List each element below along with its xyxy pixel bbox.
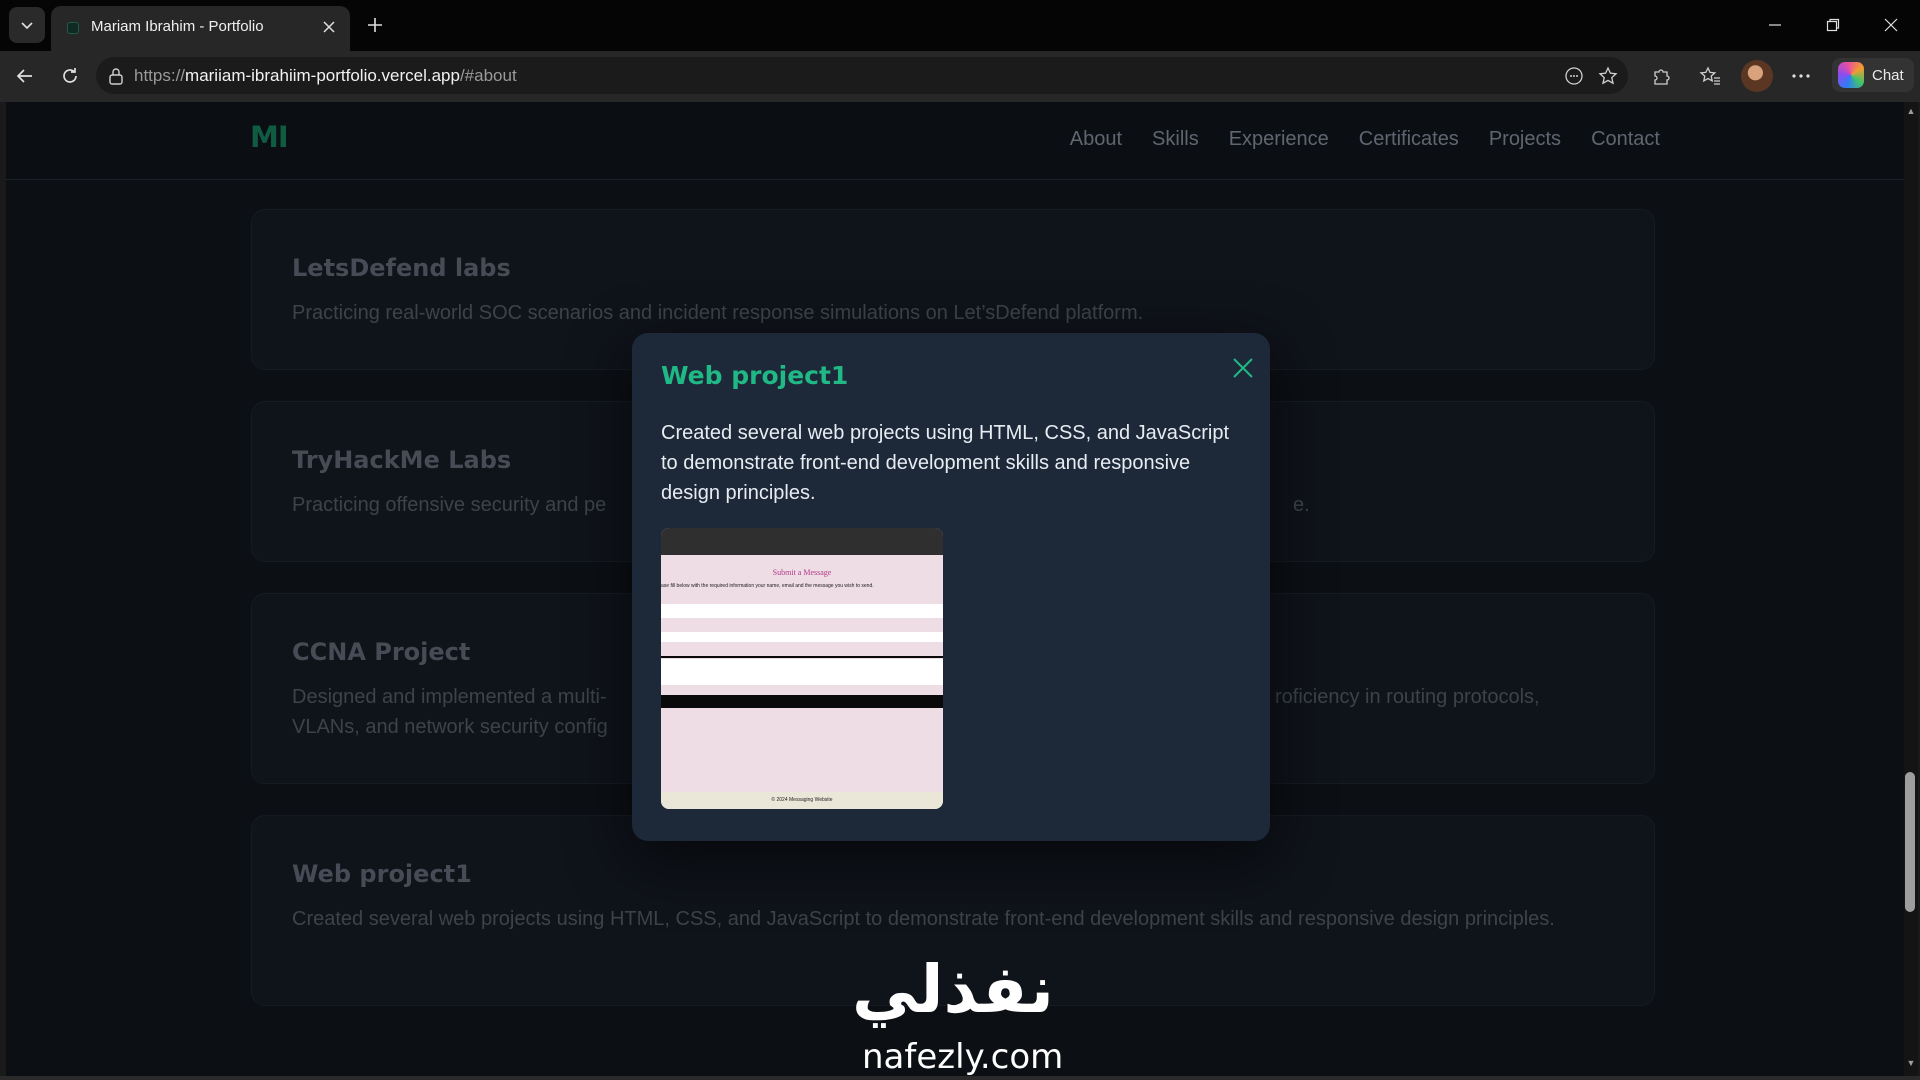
favorites-button[interactable] (1694, 60, 1726, 92)
modal-close-button[interactable] (1228, 353, 1258, 383)
preview-navbar (661, 528, 943, 555)
url-text: https://mariiam-ibrahiim-portfolio.verce… (134, 66, 517, 85)
arrow-left-icon (16, 69, 32, 83)
project-screenshot: Submit a Message ase fill below with the… (661, 528, 943, 809)
window-bottom-edge (0, 1076, 1920, 1080)
card-description: Practicing real-world SOC scenarios and … (292, 302, 1144, 324)
card-title: Web project1 (292, 860, 472, 888)
card-description-tail: roficiency in routing protocols, (1275, 686, 1540, 708)
minimize-button[interactable] (1760, 12, 1790, 38)
tab-close-button[interactable] (318, 16, 340, 38)
lock-icon (109, 68, 123, 85)
tab-strip: Mariam Ibrahim - Portfolio (0, 0, 1920, 51)
card-description-line2: VLANs, and network security config (292, 716, 608, 738)
close-window-button[interactable] (1876, 12, 1906, 38)
star-icon (1598, 66, 1618, 85)
close-icon (1233, 358, 1253, 378)
nav-link-contact[interactable]: Contact (1591, 128, 1660, 151)
settings-more-button[interactable] (1785, 60, 1817, 92)
preview-input (661, 632, 943, 642)
preview-submit-button (661, 695, 943, 708)
preview-textarea (661, 659, 943, 685)
puzzle-icon (1654, 69, 1670, 85)
copilot-icon (1838, 62, 1864, 88)
copilot-chat-button[interactable]: Chat (1832, 58, 1914, 92)
nav-link-experience[interactable]: Experience (1229, 128, 1329, 151)
favorite-star-button[interactable] (1596, 64, 1620, 88)
card-title: CCNA Project (292, 638, 471, 666)
card-description: Designed and implemented a multi- (292, 686, 607, 708)
scrollbar-thumb[interactable] (1905, 772, 1915, 912)
card-description: Practicing offensive security and pe (292, 494, 607, 516)
watermark-arabic: نفذلي (852, 951, 1054, 1028)
modal-title: Web project1 (661, 361, 849, 390)
extensions-button[interactable] (1645, 60, 1677, 92)
browser-window: Mariam Ibrahim - Portfolio https://marii… (0, 0, 1920, 1080)
close-icon (1884, 18, 1898, 32)
new-tab-button[interactable] (362, 12, 388, 38)
address-bar[interactable]: https://mariiam-ibrahiim-portfolio.verce… (96, 57, 1628, 94)
watermark-url: nafezly.com (862, 1037, 1064, 1077)
site-favicon-icon (67, 22, 79, 34)
back-button[interactable] (9, 60, 41, 92)
favorites-icon (1699, 66, 1720, 85)
page-scrollbar[interactable] (1904, 102, 1918, 1076)
reading-view-button[interactable] (1562, 64, 1586, 88)
site-logo[interactable]: MI (250, 120, 289, 154)
restore-icon (1826, 18, 1840, 32)
site-nav: About Skills Experience Certificates Pro… (1070, 128, 1660, 151)
restore-button[interactable] (1818, 12, 1848, 38)
nav-link-skills[interactable]: Skills (1152, 128, 1199, 151)
tab-actions-menu-button[interactable] (9, 7, 45, 43)
modal-description: Created several web projects using HTML,… (661, 422, 1230, 504)
minimize-icon (1769, 24, 1781, 26)
preview-subtext: ase fill below with the required informa… (661, 583, 874, 589)
profile-avatar[interactable] (1741, 60, 1773, 92)
reload-button[interactable] (54, 60, 86, 92)
card-title: LetsDefend labs (292, 254, 511, 282)
nav-link-projects[interactable]: Projects (1489, 128, 1561, 151)
scroll-down-arrow[interactable]: ▼ (1904, 1056, 1918, 1070)
scroll-up-arrow[interactable]: ▲ (1904, 104, 1918, 118)
preview-divider (661, 656, 943, 658)
chat-label: Chat (1872, 66, 1904, 84)
preview-footer: © 2024 Messaging Website (661, 792, 943, 809)
close-icon (323, 21, 335, 33)
card-title: TryHackMe Labs (292, 446, 512, 474)
card-description: Created several web projects using HTML,… (292, 908, 1555, 930)
project-modal: Web project1 Created several web project… (632, 333, 1270, 841)
preview-input (661, 604, 943, 618)
preview-heading: Submit a Message (772, 568, 832, 577)
reading-mode-icon (1565, 67, 1583, 85)
nav-link-about[interactable]: About (1070, 128, 1122, 151)
browser-tab[interactable]: Mariam Ibrahim - Portfolio (51, 6, 350, 51)
tab-title: Mariam Ibrahim - Portfolio (91, 18, 264, 35)
card-description-tail: e. (1293, 494, 1310, 516)
plus-icon (368, 18, 382, 32)
more-horizontal-icon (1792, 74, 1810, 78)
site-header: MI About Skills Experience Certificates … (6, 102, 1904, 180)
nav-link-certificates[interactable]: Certificates (1359, 128, 1459, 151)
chevron-down-icon (21, 22, 33, 30)
preview-footer-text: © 2024 Messaging Website (771, 797, 833, 803)
reload-icon (63, 68, 77, 83)
